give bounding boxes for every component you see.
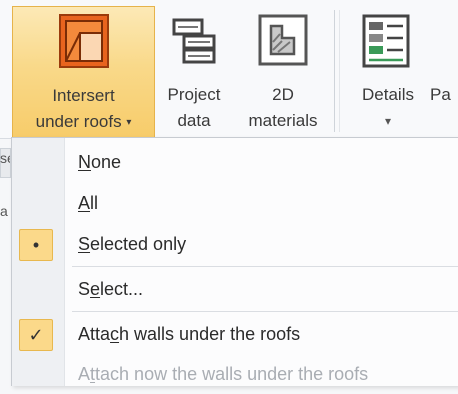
menu-item-select[interactable]: Select...: [12, 269, 458, 309]
access-key: N: [78, 152, 91, 172]
2d-materials-label-line2: materials: [248, 111, 318, 130]
ribbon-toolbar: Intersert under roofs ▾ Project data 2D: [0, 0, 458, 178]
menu-item-selected-only[interactable]: • Selected only: [12, 224, 458, 264]
access-key: A: [78, 193, 91, 213]
project-data-label-line1: Project: [167, 85, 221, 104]
project-data-button[interactable]: Project data: [155, 6, 233, 136]
access-key: S: [78, 234, 91, 254]
menu-item-attach-walls[interactable]: ✓ Attach walls under the roofs: [12, 314, 458, 354]
checkmark-icon: ✓: [19, 319, 53, 351]
intersect-dropdown-menu: None All • Selected only Select... ✓ Att…: [11, 137, 458, 386]
intersect-under-roofs-button[interactable]: Intersert under roofs ▾: [12, 6, 155, 137]
menu-item-all[interactable]: All: [12, 183, 458, 223]
menu-separator: [72, 311, 458, 312]
intersect-label-line1: Intersert: [52, 86, 115, 105]
ribbon-group-separator: [334, 10, 335, 132]
2d-materials-label-line1: 2D: [272, 85, 294, 104]
access-key: e: [90, 279, 101, 299]
project-data-icon: [172, 18, 216, 64]
2d-materials-button[interactable]: 2D materials: [236, 6, 330, 136]
partial-ribbon-label: Pa: [430, 85, 451, 104]
left-edge-text-top: se: [0, 150, 10, 166]
2d-materials-icon: [258, 14, 308, 66]
details-button[interactable]: Details ▾: [346, 6, 430, 136]
details-icon: [362, 14, 410, 68]
radio-dot-icon: •: [19, 229, 53, 261]
menu-item-none[interactable]: None: [12, 142, 458, 182]
menu-item-attach-now: Attach now the walls under the roofs: [78, 364, 369, 384]
project-data-label-line2: data: [177, 111, 211, 130]
intersect-label-line2: under roofs: [35, 112, 122, 131]
left-edge-text-middle: a: [0, 203, 8, 219]
access-key: c: [110, 324, 120, 344]
ribbon-group-separator: [339, 10, 340, 132]
partial-ribbon-button[interactable]: Pa: [430, 6, 458, 136]
details-label: Details: [362, 85, 414, 104]
chevron-down-icon: ▾: [384, 114, 392, 128]
roof-intersect-icon: [59, 14, 109, 68]
menu-separator: [72, 266, 458, 267]
chevron-down-icon: ▾: [126, 117, 132, 128]
